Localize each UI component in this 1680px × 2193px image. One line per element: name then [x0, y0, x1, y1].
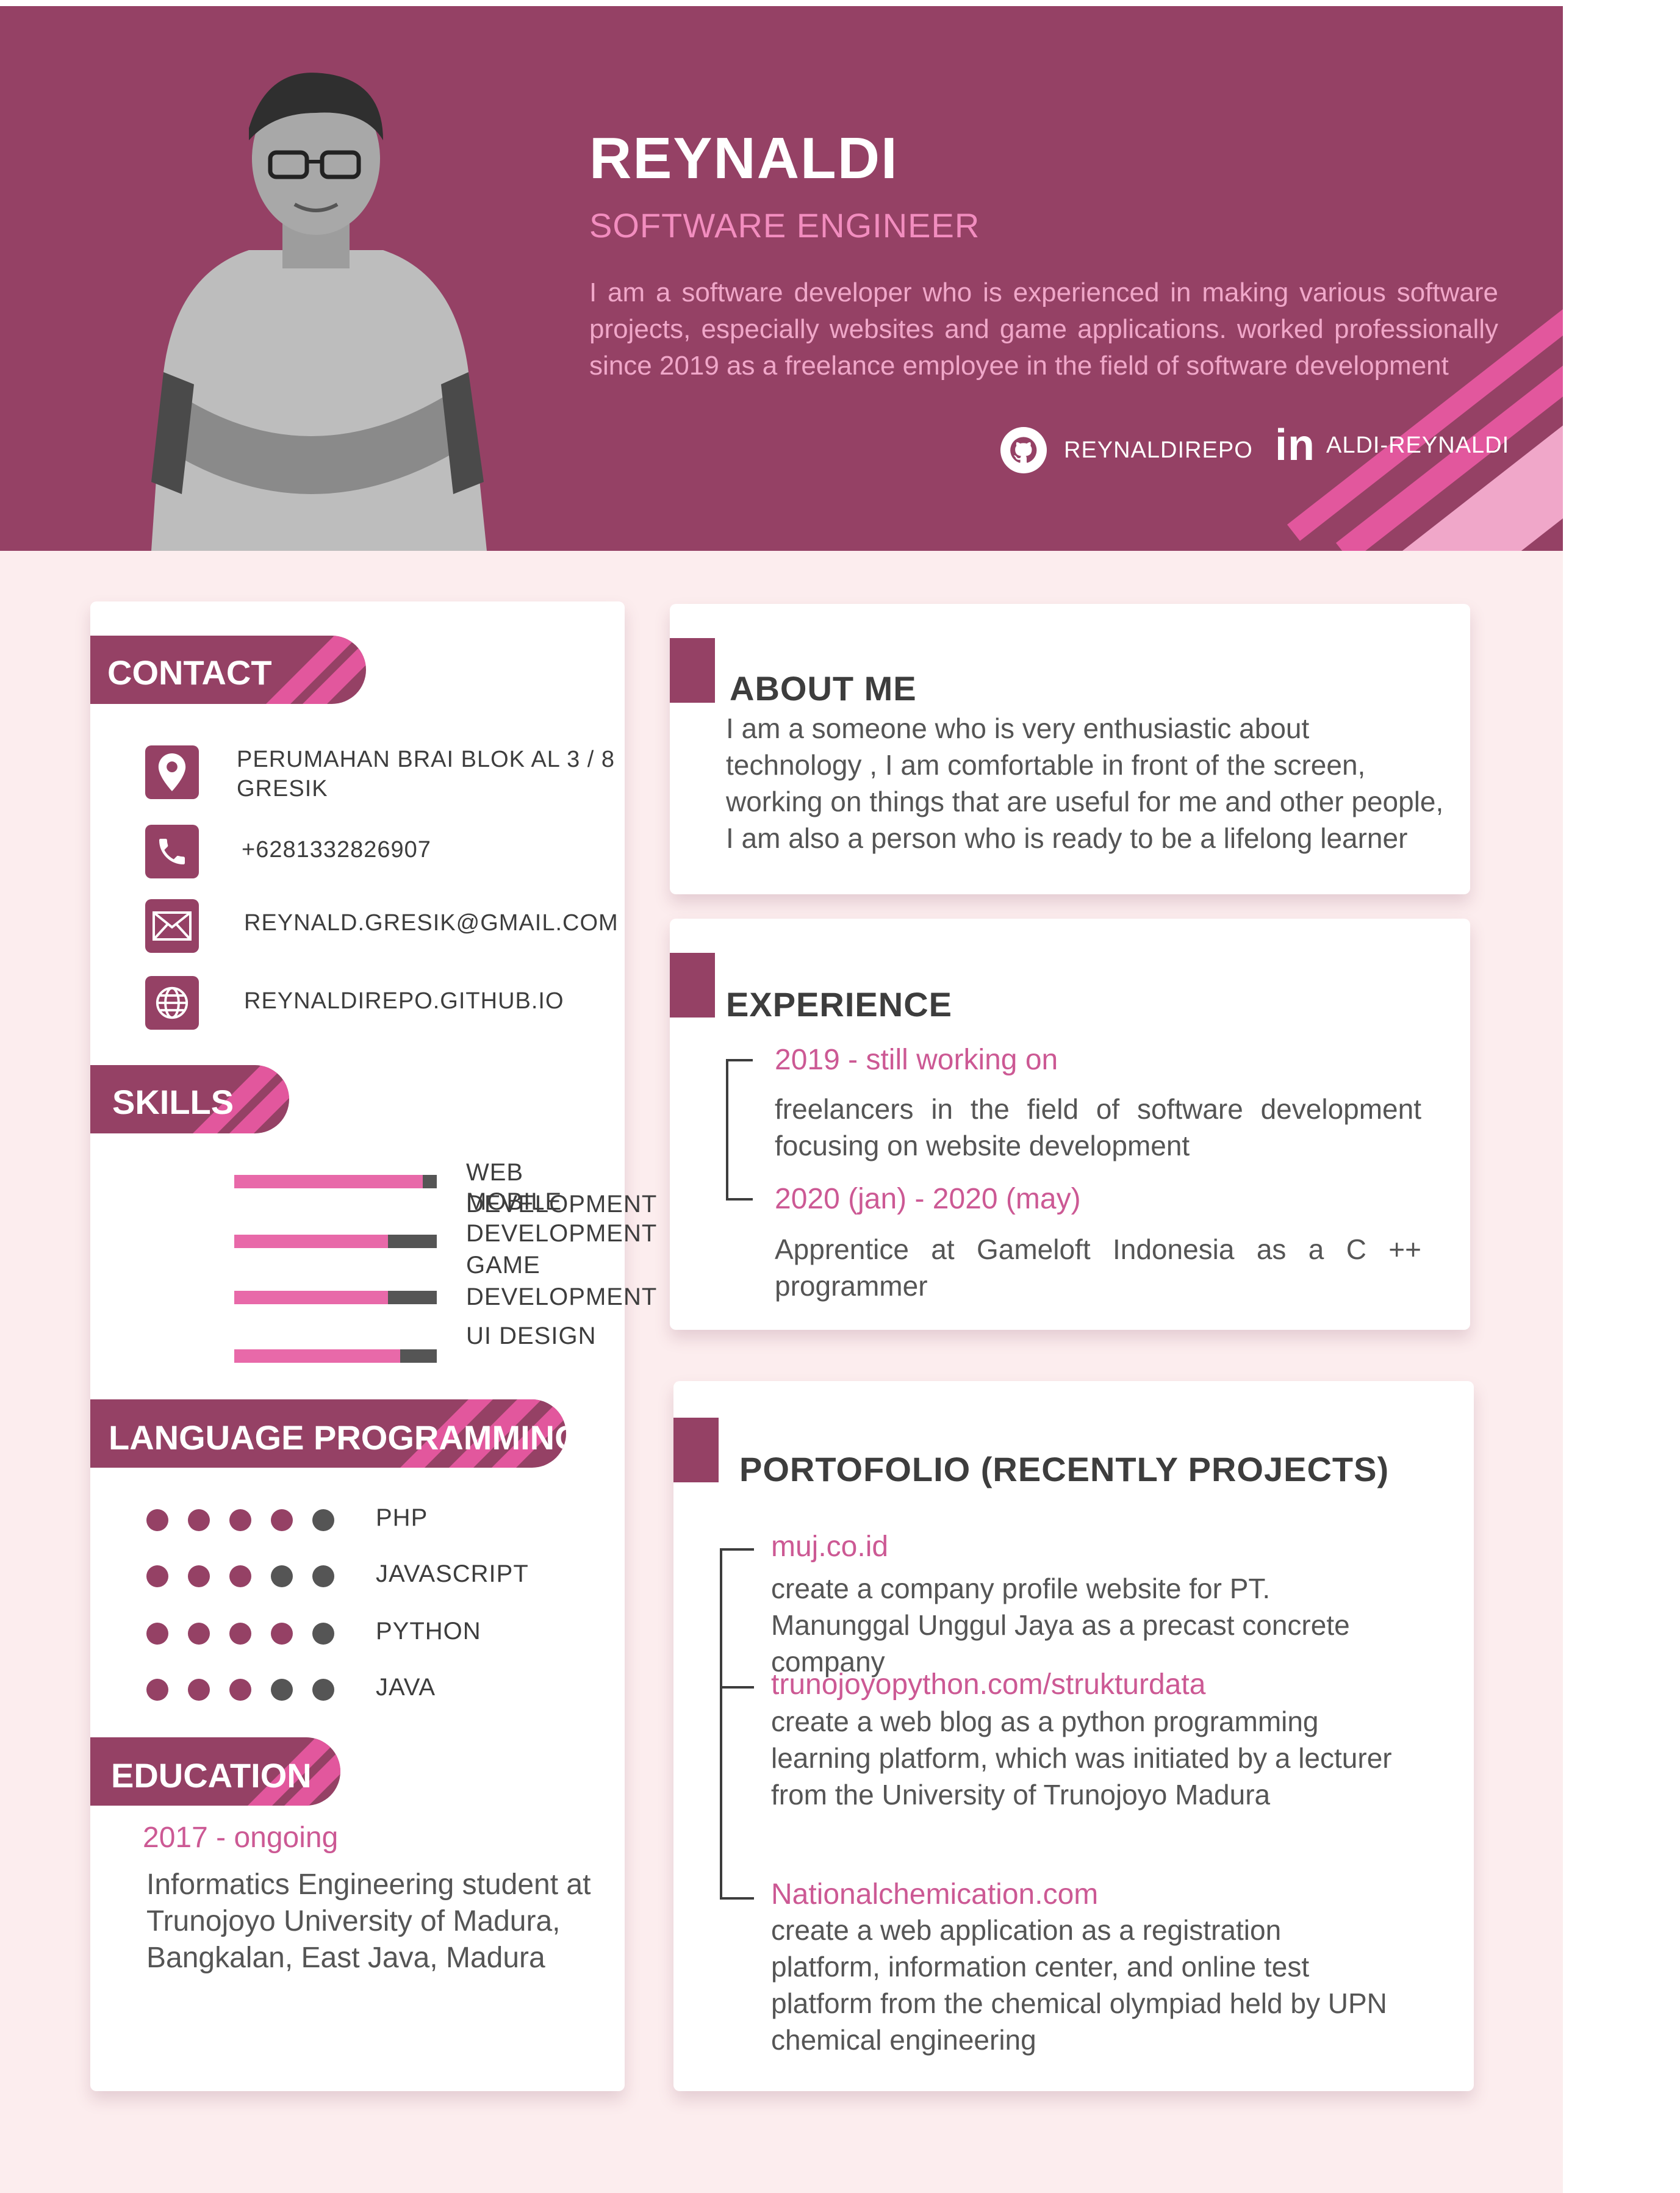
experience-title: EXPERIENCE [726, 985, 952, 1024]
rating-dot [312, 1623, 334, 1645]
rating-dot [312, 1509, 334, 1531]
website-url[interactable]: REYNALDIREPO.GITHUB.IO [244, 988, 564, 1014]
education-section-header: EDUCATION [90, 1737, 340, 1806]
portfolio-card: PORTOFOLIO (RECENTLY PROJECTS) muj.co.id… [673, 1381, 1474, 2091]
rating-dot [146, 1623, 168, 1645]
contact-title: CONTACT [107, 653, 272, 692]
rating-dot [188, 1679, 210, 1701]
portfolio-title: PORTOFOLIO (RECENTLY PROJECTS) [739, 1450, 1390, 1488]
language-label: JAVA [376, 1674, 436, 1701]
rating-dot [271, 1679, 293, 1701]
portfolio-description: create a web application as a registrati… [771, 1914, 1387, 2056]
rating-dot [229, 1679, 251, 1701]
timeline-tick [720, 1897, 754, 1900]
portfolio-description: create a web blog as a python programmin… [771, 1706, 1392, 1811]
person-name: REYNALDI [589, 126, 899, 191]
portfolio-link[interactable]: Nationalchemication.com [771, 1878, 1098, 1911]
phone-icon [145, 825, 199, 878]
rating-dot [146, 1679, 168, 1701]
email-address[interactable]: REYNALD.GRESIK@GMAIL.COM [244, 910, 619, 936]
resume-page: REYNALDI SOFTWARE ENGINEER I am a softwa… [0, 6, 1563, 2193]
skill-label: GAME DEVELOPMENT [466, 1252, 658, 1310]
education-year: 2017 - ongoing [143, 1822, 339, 1854]
github-icon [1000, 427, 1047, 473]
job-title: SOFTWARE ENGINEER [589, 206, 980, 245]
address-line-2: GRESIK [237, 776, 328, 802]
skill-bar-fill [234, 1291, 389, 1304]
timeline-bracket [726, 1059, 728, 1199]
skill-bar [234, 1291, 437, 1304]
section-marker [670, 638, 715, 703]
globe-icon [145, 976, 199, 1030]
rating-dot [188, 1509, 210, 1531]
section-marker [670, 953, 715, 1018]
experience-description: freelancers in the field of software dev… [775, 1093, 1421, 1161]
section-marker [673, 1418, 719, 1482]
rating-dot [271, 1623, 293, 1645]
location-icon [145, 745, 199, 799]
language-label: PHP [376, 1504, 428, 1531]
skill-bar [234, 1175, 437, 1188]
language-label: JAVASCRIPT [376, 1560, 529, 1587]
rating-dot [229, 1623, 251, 1645]
phone-number[interactable]: +6281332826907 [242, 837, 431, 863]
timeline-tick [720, 1686, 754, 1689]
rating-dot [312, 1679, 334, 1701]
language-title: LANGUAGE PROGRAMMING [109, 1418, 566, 1457]
timeline-tick [720, 1548, 754, 1551]
language-label: PYTHON [376, 1618, 481, 1645]
rating-dot [271, 1565, 293, 1587]
portfolio-link[interactable]: muj.co.id [771, 1530, 888, 1563]
rating-dot [229, 1509, 251, 1531]
rating-dot [188, 1565, 210, 1587]
address-line-1: PERUMAHAN BRAI BLOK AL 3 / 8 [237, 747, 616, 772]
skill-label: UI DESIGN [466, 1323, 597, 1349]
experience-period: 2020 (jan) - 2020 (may) [775, 1183, 1081, 1215]
experience-description: Apprentice at Gameloft Indonesia as a C … [775, 1233, 1421, 1302]
rating-dot [146, 1509, 168, 1531]
github-link[interactable]: REYNALDIREPO [1000, 427, 1253, 473]
skills-section-header: SKILLS [90, 1065, 289, 1133]
mail-icon [145, 899, 199, 953]
rating-dot [312, 1565, 334, 1587]
about-title: ABOUT ME [730, 669, 917, 708]
contact-section-header: CONTACT [90, 636, 366, 704]
header-banner: REYNALDI SOFTWARE ENGINEER I am a softwa… [0, 6, 1563, 551]
language-section-header: LANGUAGE PROGRAMMING [90, 1399, 566, 1468]
skill-bar-fill [234, 1349, 401, 1363]
rating-dot [188, 1623, 210, 1645]
skill-bar [234, 1235, 437, 1248]
skill-bar [234, 1349, 437, 1363]
about-text: I am a someone who is very enthusiastic … [726, 712, 1444, 854]
intro-text: I am a software developer who is experie… [589, 278, 1498, 381]
education-title: EDUCATION [111, 1756, 312, 1795]
portfolio-link[interactable]: trunojoyopython.com/strukturdata [771, 1668, 1205, 1701]
rating-dot [229, 1565, 251, 1587]
portfolio-description: create a company profile website for PT.… [771, 1573, 1350, 1678]
skill-label: MOBILE DEVELOPMENT [466, 1188, 658, 1247]
skills-title: SKILLS [112, 1083, 234, 1121]
timeline-bracket [720, 1548, 722, 1898]
skill-bar-fill [234, 1175, 423, 1188]
linkedin-username: ALDI-REYNALDI [1326, 432, 1510, 458]
timeline-tick [726, 1059, 753, 1061]
skill-bar-fill [234, 1235, 389, 1248]
rating-dot [146, 1565, 168, 1587]
education-text: Informatics Engineering student at Truno… [146, 1868, 591, 1974]
linkedin-icon: in [1275, 421, 1315, 470]
about-card: ABOUT ME I am a someone who is very enth… [670, 604, 1470, 894]
experience-card: EXPERIENCE 2019 - still working on freela… [670, 919, 1470, 1330]
experience-period: 2019 - still working on [775, 1044, 1058, 1076]
timeline-tick [726, 1198, 753, 1201]
rating-dot [271, 1509, 293, 1531]
linkedin-link[interactable]: in ALDI-REYNALDI [1275, 421, 1510, 470]
github-username: REYNALDIREPO [1064, 437, 1253, 463]
profile-photo [151, 73, 487, 551]
